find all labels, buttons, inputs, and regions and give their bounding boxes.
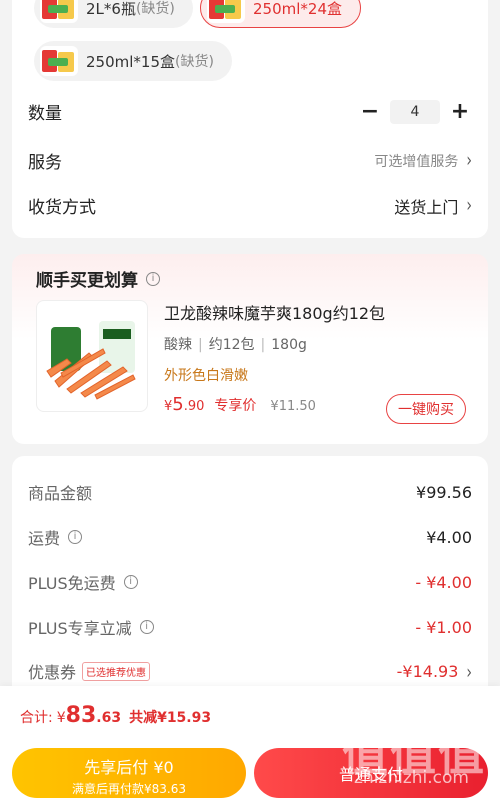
delivery-value: 送货上门 › — [394, 194, 472, 218]
plus-button[interactable]: + — [448, 99, 472, 124]
coupon-label-wrap: 优惠券 已选推荐优惠 — [28, 659, 151, 683]
product-tag: 180g — [271, 337, 307, 353]
plus-free-shipping-label: PLUS免运费 — [28, 574, 116, 593]
recommend-title-text: 顺手买更划算 — [36, 271, 138, 291]
normal-pay-button[interactable]: 普通支付 — [254, 748, 488, 798]
service-label: 服务 — [28, 153, 62, 173]
product-image[interactable] — [36, 300, 148, 412]
coupon-value-wrap: -¥14.93 › — [396, 661, 472, 684]
plus-free-shipping-label-wrap: PLUS免运费 i — [28, 570, 138, 594]
goods-amount-row: 商品金额 ¥99.56 — [28, 480, 472, 504]
total-line: 合计: ¥ 83 .63 共减¥15.93 — [20, 703, 211, 728]
variant-chip-2l[interactable]: 2L*6瓶 (缺货) — [34, 0, 193, 28]
one-click-buy-button[interactable]: 一键购买 — [386, 394, 466, 424]
delivery-label: 收货方式 — [28, 198, 96, 218]
tag-separator: | — [260, 337, 266, 353]
product-price: ¥ 5 .90 专享价 ¥11.50 — [164, 394, 316, 415]
plus-discount-label: PLUS专享立减 — [28, 619, 132, 638]
product-tag: 酸辣 — [164, 337, 192, 353]
quantity-stepper: − 4 + — [358, 99, 472, 124]
variant-chip-250ml-24[interactable]: 250ml*24盒 — [200, 0, 361, 28]
product-tag: 约12包 — [208, 337, 255, 353]
checkout-bar: 合计: ¥ 83 .63 共减¥15.93 先享后付 ¥0 满意后再付款¥83.… — [0, 686, 500, 799]
product-tags: 酸辣 | 约12包 | 180g — [164, 334, 307, 354]
service-row[interactable]: 服务 可选增值服务 › — [28, 148, 472, 173]
goods-amount-label: 商品金额 — [28, 484, 93, 503]
tag-separator: | — [198, 337, 203, 353]
product-image-art — [46, 321, 136, 400]
plus-free-shipping-value: - ¥4.00 — [415, 572, 472, 592]
quantity-row: 数量 − 4 + — [28, 99, 472, 124]
variant-status: (缺货) — [175, 54, 214, 70]
total-integer: 83 — [65, 703, 97, 728]
shipping-label: 运费 — [28, 529, 61, 548]
delivery-value-text: 送货上门 — [394, 197, 459, 217]
total-decimal: .63 — [96, 710, 122, 726]
coupon-value: -¥14.93 — [396, 661, 459, 681]
variant-status: (缺货) — [135, 1, 175, 17]
variant-label: 2L*6瓶 — [86, 0, 136, 18]
delivery-row[interactable]: 收货方式 送货上门 › — [28, 193, 472, 218]
service-value-text: 可选增值服务 — [374, 153, 459, 170]
goods-amount-value: ¥99.56 — [416, 482, 472, 502]
variant-label: 250ml*24盒 — [253, 0, 342, 18]
plus-discount-row: PLUS专享立减 i - ¥1.00 — [28, 615, 472, 639]
pay-later-button[interactable]: 先享后付 ¥0 满意后再付款¥83.63 — [12, 748, 246, 798]
variant-thumbnail — [207, 0, 245, 23]
total-label: 合计: — [20, 710, 53, 726]
coupon-badge: 已选推荐优惠 — [82, 661, 151, 681]
price-integer: 5 — [172, 394, 184, 415]
price-tag: 专享价 — [214, 398, 257, 414]
info-icon[interactable]: i — [68, 530, 83, 544]
shipping-value: ¥4.00 — [426, 527, 472, 547]
shipping-label-wrap: 运费 i — [28, 525, 83, 549]
product-note: 外形色白滑嫩 — [164, 368, 248, 384]
info-icon[interactable]: i — [123, 575, 138, 589]
recommend-title: 顺手买更划算 i — [36, 266, 160, 291]
coupon-label: 优惠券 — [28, 663, 77, 682]
minus-button[interactable]: − — [358, 99, 382, 124]
service-value: 可选增值服务 › — [374, 149, 472, 172]
pay-later-subtitle: 满意后再付款¥83.63 — [72, 782, 186, 796]
variant-thumbnail — [40, 46, 78, 76]
variant-thumbnail — [40, 0, 78, 23]
quantity-label: 数量 — [28, 104, 62, 124]
shipping-row: 运费 i ¥4.00 — [28, 525, 472, 549]
info-icon[interactable]: i — [146, 271, 160, 286]
chevron-right-icon: › — [466, 194, 472, 217]
plus-discount-value: - ¥1.00 — [415, 617, 472, 637]
coupon-row[interactable]: 优惠券 已选推荐优惠 -¥14.93 › — [28, 659, 472, 683]
recommend-card: 顺手买更划算 i 卫龙酸辣味魔芋爽180g约12包 酸辣 | 约12包 | 180g 外… — [12, 254, 488, 444]
chevron-right-icon: › — [466, 661, 472, 684]
plus-free-shipping-row: PLUS免运费 i - ¥4.00 — [28, 570, 472, 594]
total-currency: ¥ — [56, 710, 66, 726]
old-price: ¥11.50 — [270, 399, 316, 414]
info-icon[interactable]: i — [139, 620, 154, 634]
pay-later-title: 先享后付 ¥0 — [84, 758, 174, 777]
price-currency: ¥ — [164, 399, 173, 414]
variant-label: 250ml*15盒 — [86, 52, 175, 71]
spec-card: 2L*6瓶 (缺货) 250ml*24盒 250ml*15盒 (缺货) 数量 − 4… — [12, 0, 488, 238]
price-decimal: .90 — [183, 399, 205, 414]
plus-discount-label-wrap: PLUS专享立减 i — [28, 615, 154, 639]
variant-chip-250ml-15[interactable]: 250ml*15盒 (缺货) — [34, 41, 232, 81]
product-name[interactable]: 卫龙酸辣味魔芋爽180g约12包 — [164, 300, 385, 324]
total-saving: 共减¥15.93 — [129, 710, 212, 726]
quantity-input[interactable]: 4 — [390, 99, 440, 124]
summary-card: 商品金额 ¥99.56 运费 i ¥4.00 PLUS免运费 i - ¥4.00 P… — [12, 456, 488, 716]
chevron-right-icon: › — [466, 149, 472, 172]
